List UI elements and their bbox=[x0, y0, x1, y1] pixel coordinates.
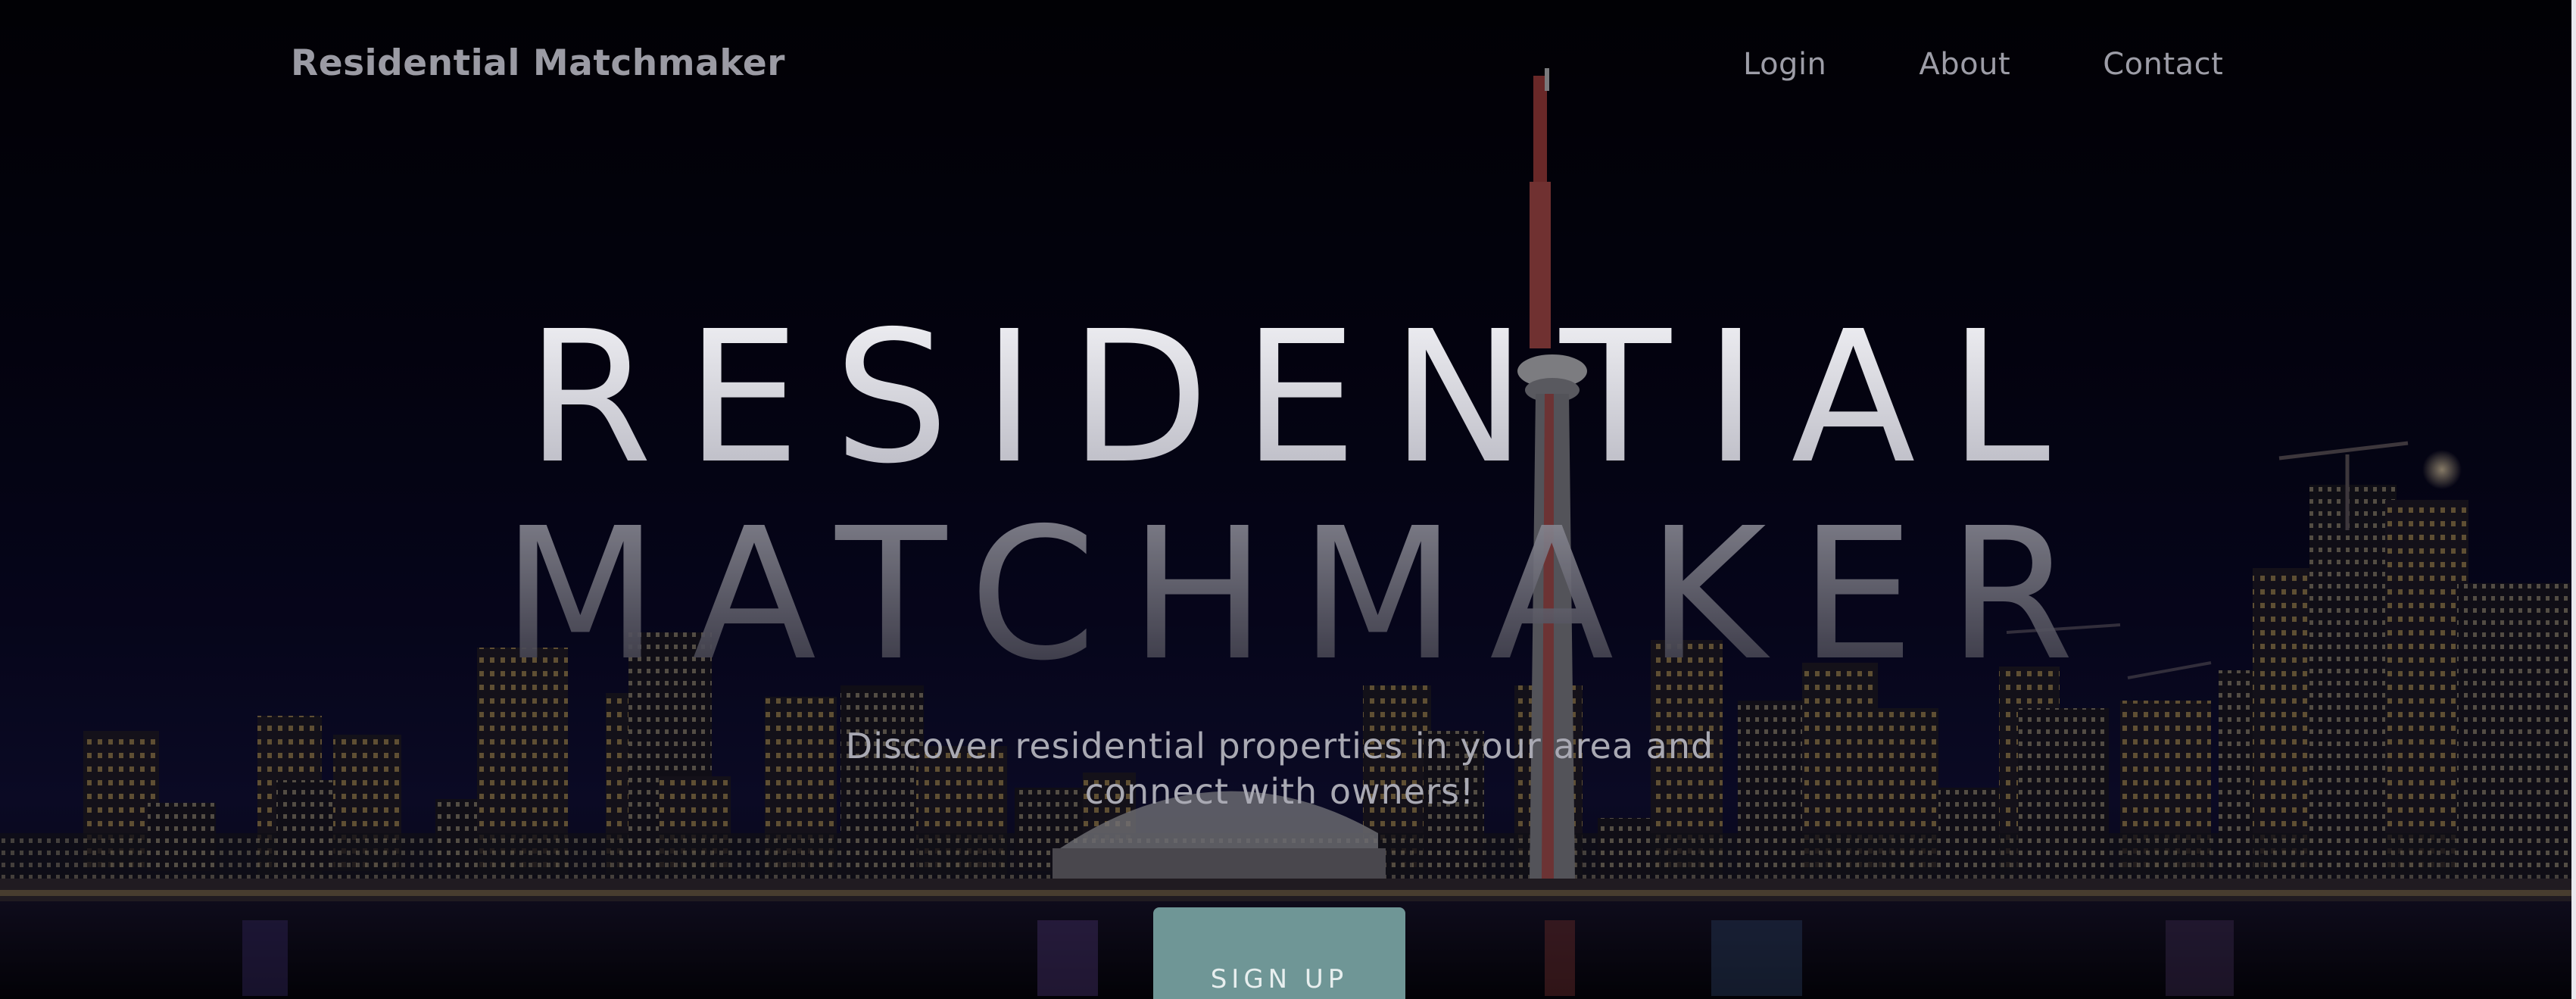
top-nav: Login About Contact bbox=[1743, 47, 2223, 82]
hero-title-line-2: MATCHMAKER bbox=[0, 504, 2576, 685]
nav-link-contact[interactable]: Contact bbox=[2103, 47, 2223, 82]
window-edge bbox=[2571, 0, 2576, 999]
hero-section: Residential Matchmaker Login About Conta… bbox=[0, 0, 2576, 999]
sign-up-button[interactable]: SIGN UP bbox=[1153, 907, 1405, 999]
hero-title-line-1: RESIDENTIAL bbox=[0, 307, 2576, 489]
hero-tagline: Discover residential properties in your … bbox=[845, 726, 1714, 812]
nav-link-about[interactable]: About bbox=[1919, 47, 2010, 82]
brand-logo-link[interactable]: Residential Matchmaker bbox=[291, 42, 785, 84]
nav-link-login[interactable]: Login bbox=[1743, 47, 1826, 82]
